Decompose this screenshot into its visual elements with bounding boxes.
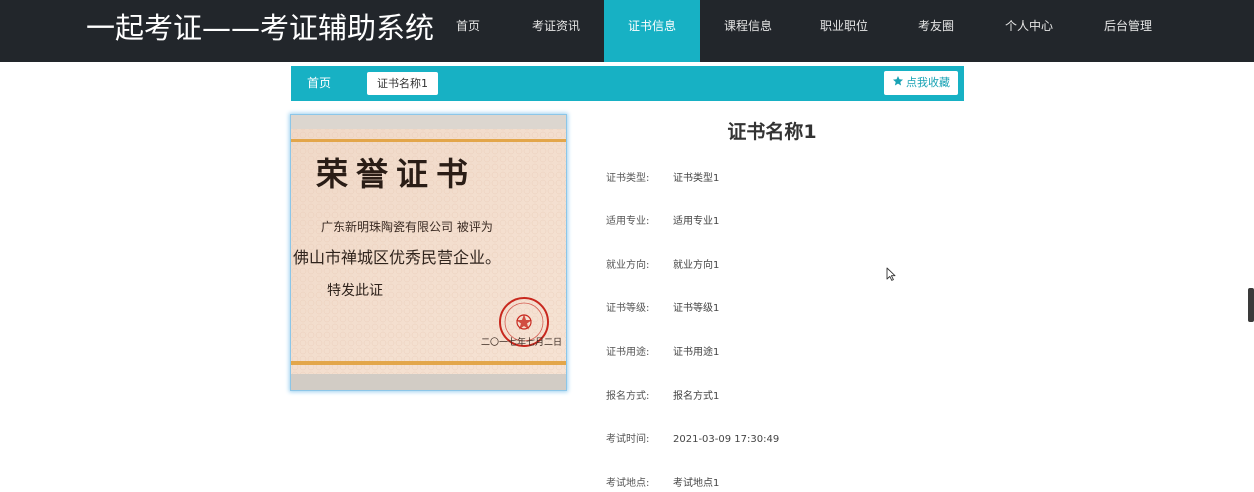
favorite-button[interactable]: 点我收藏	[884, 71, 958, 95]
nav-item-admin[interactable]: 后台管理	[1092, 0, 1164, 62]
field-value: 2021-03-09 17:30:49	[673, 434, 780, 445]
nav-item-personal-center[interactable]: 个人中心	[993, 0, 1065, 62]
nav-item-exam-news[interactable]: 考证资讯	[520, 0, 592, 62]
field-value: 报名方式1	[673, 391, 720, 402]
field-label: 就业方向:	[606, 260, 650, 271]
mouse-pointer-icon	[886, 267, 896, 281]
nav-item-certificate-info[interactable]: 证书信息	[604, 0, 700, 62]
certificate-title: 证书名称1	[727, 121, 817, 143]
certificate-line-3: 特发此证	[327, 283, 383, 299]
field-label: 考试地点:	[606, 478, 650, 489]
nav-item-exam-friends[interactable]: 考友圈	[906, 0, 966, 62]
field-label: 证书用途:	[606, 347, 650, 358]
certificate-line-2: 佛山市禅城区优秀民营企业。	[293, 248, 501, 267]
certificate-photo: 荣誉证书 广东新明珠陶瓷有限公司 被评为 佛山市禅城区优秀民营企业。 特发此证 …	[291, 115, 566, 390]
breadcrumb: 首页 证书名称1 点我收藏	[291, 66, 964, 101]
nav-item-home[interactable]: 首页	[435, 0, 501, 62]
certificate-date: 二〇一七年七月二日	[481, 336, 562, 348]
field-label: 证书等级:	[606, 303, 650, 314]
field-value: 考试地点1	[673, 478, 720, 489]
field-value: 适用专业1	[673, 216, 720, 227]
field-label: 考试时间:	[606, 434, 650, 445]
breadcrumb-home-link[interactable]: 首页	[307, 66, 331, 101]
field-value: 就业方向1	[673, 260, 720, 271]
field-label: 证书类型:	[606, 173, 650, 184]
page-root: 一起考证——考证辅助系统 首页 考证资讯 证书信息 课程信息 职业职位 考友圈 …	[0, 0, 1254, 492]
top-nav-bar: 一起考证——考证辅助系统 首页 考证资讯 证书信息 课程信息 职业职位 考友圈 …	[0, 0, 1254, 62]
scrollbar-handle[interactable]	[1248, 288, 1254, 322]
field-value: 证书用途1	[673, 347, 720, 358]
favorite-button-label: 点我收藏	[906, 76, 950, 89]
breadcrumb-current-tag: 证书名称1	[367, 72, 438, 95]
field-label: 适用专业:	[606, 216, 650, 227]
certificate-image: 荣誉证书 广东新明珠陶瓷有限公司 被评为 佛山市禅城区优秀民营企业。 特发此证 …	[290, 114, 567, 391]
nav-item-career-positions[interactable]: 职业职位	[808, 0, 880, 62]
field-value: 证书等级1	[673, 303, 720, 314]
star-icon	[893, 76, 903, 86]
field-value: 证书类型1	[673, 173, 720, 184]
nav-item-course-info[interactable]: 课程信息	[712, 0, 784, 62]
field-label: 报名方式:	[606, 391, 650, 402]
certificate-line-1: 广东新明珠陶瓷有限公司 被评为	[321, 219, 493, 234]
certificate-heading: 荣誉证书	[316, 155, 476, 193]
site-title: 一起考证——考证辅助系统	[86, 11, 435, 45]
